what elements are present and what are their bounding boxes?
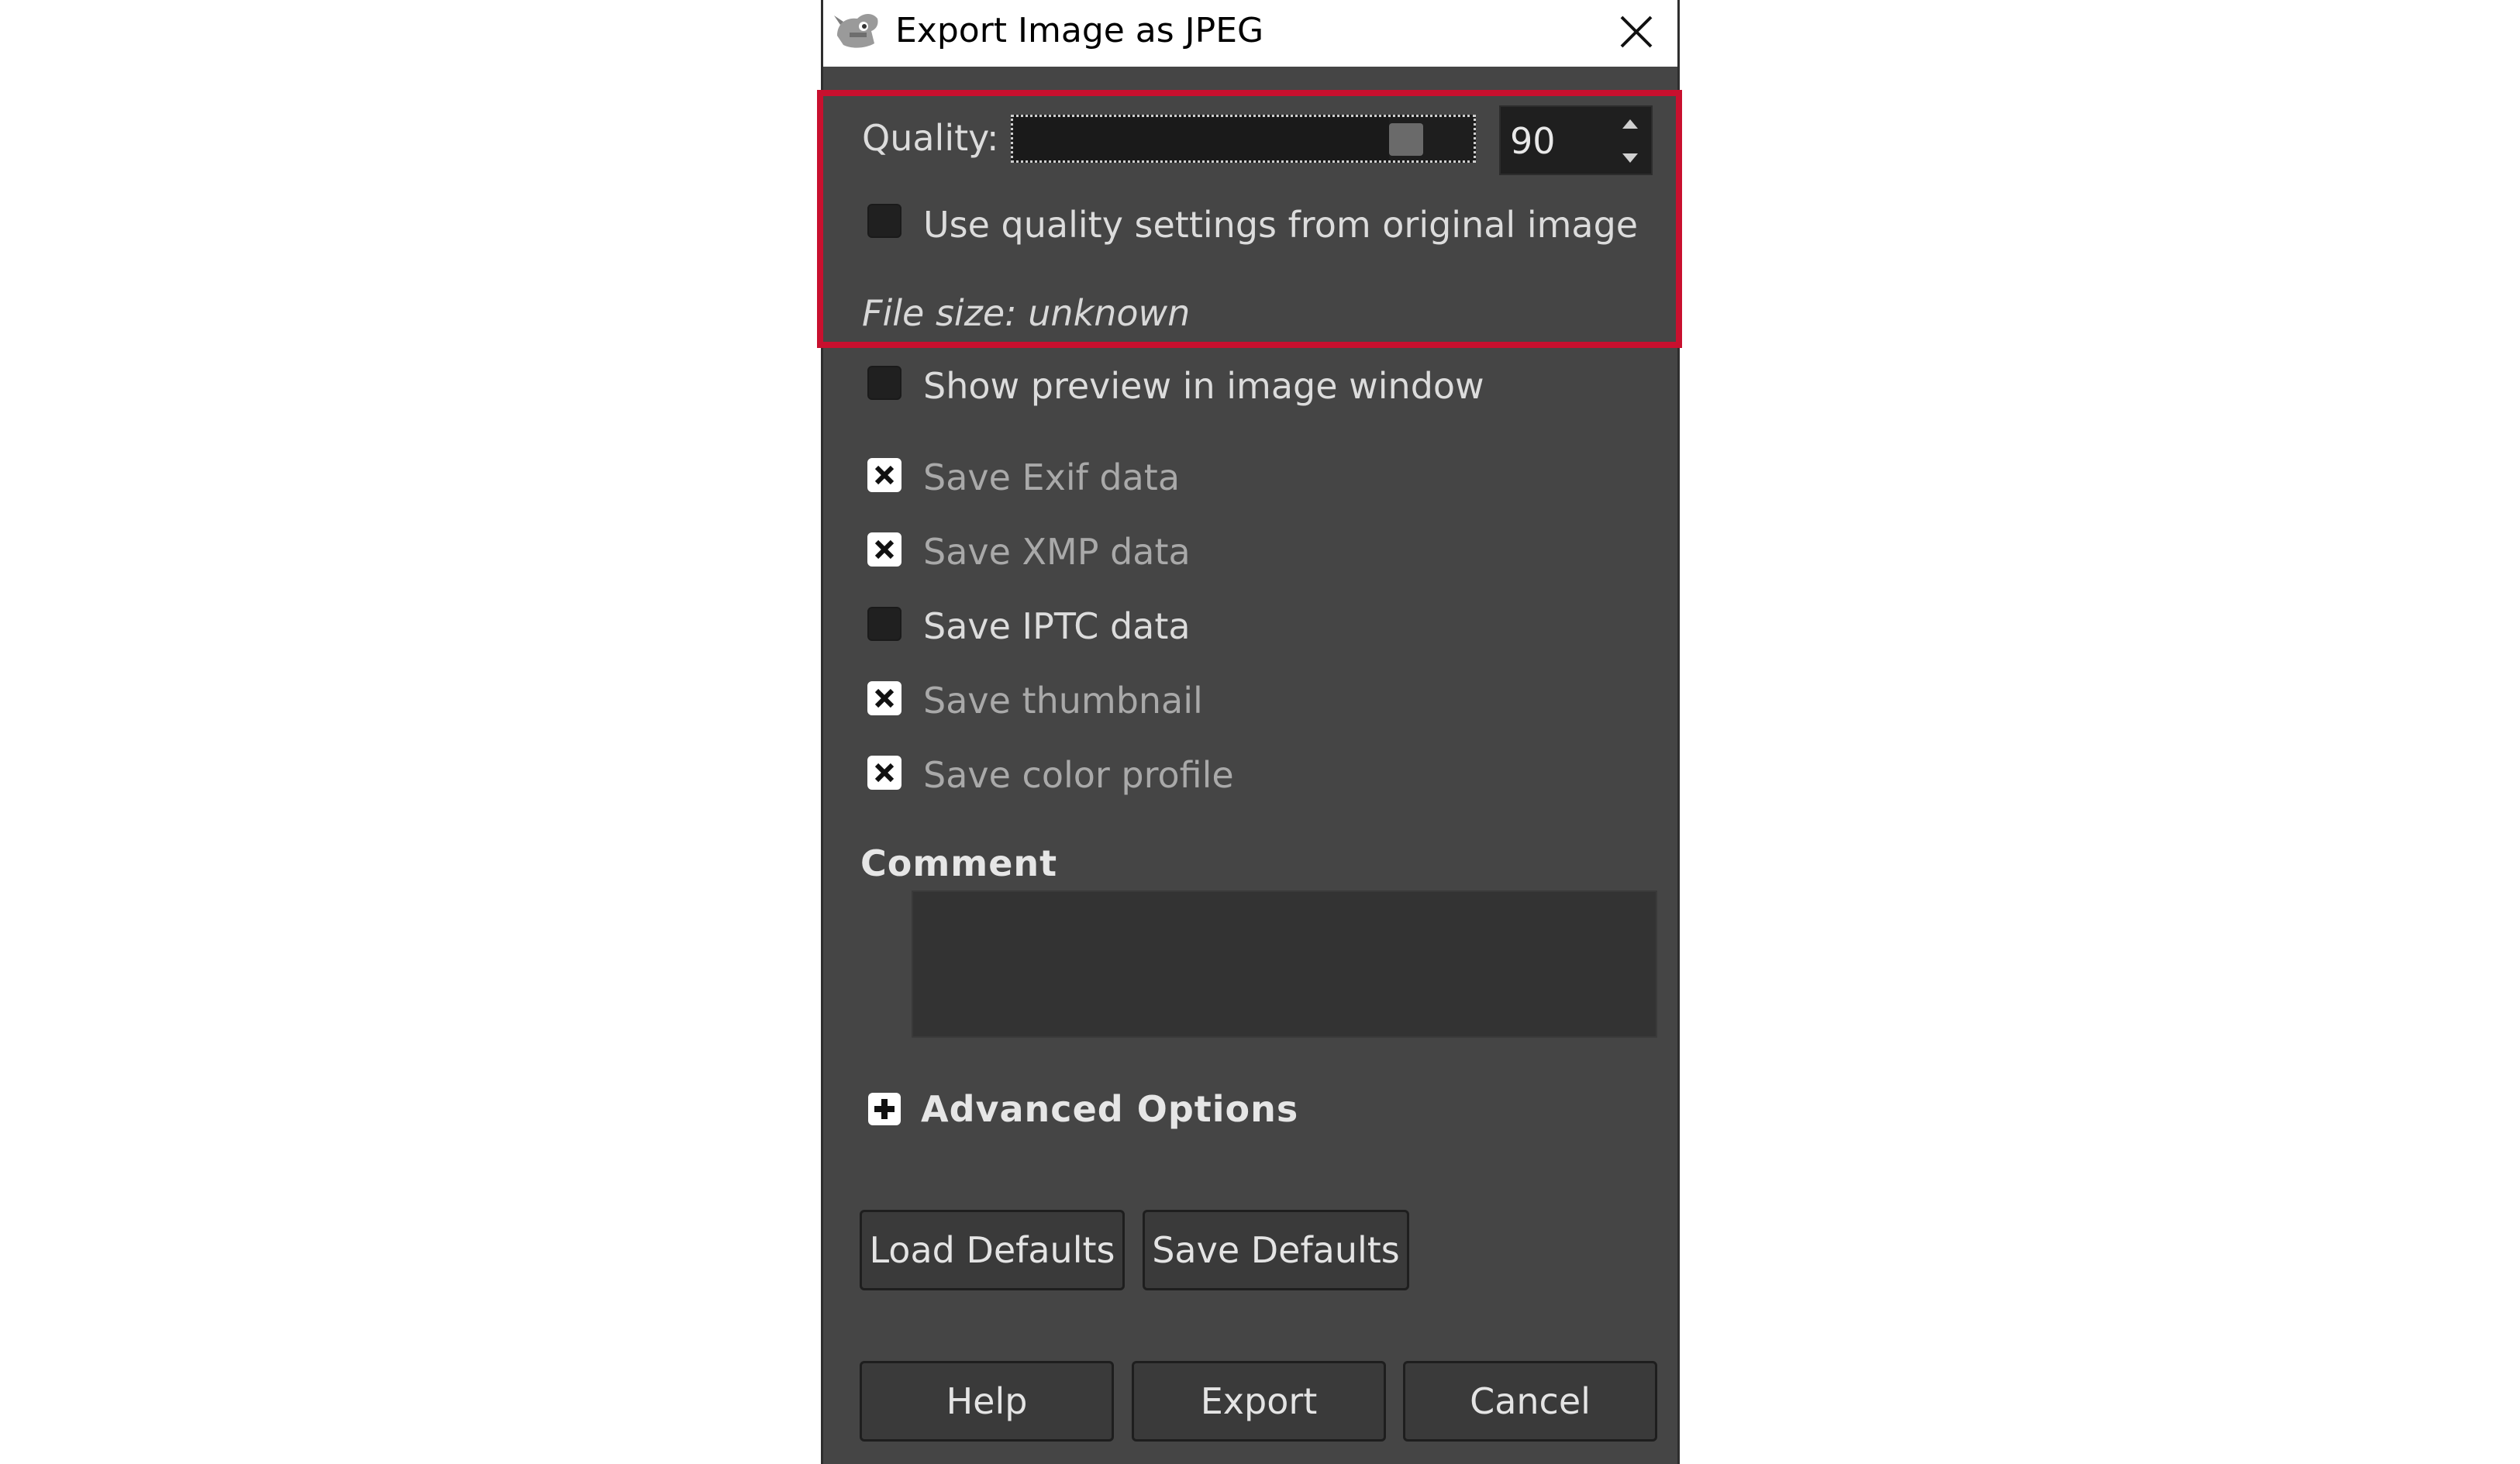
checkmark-x-icon [874, 539, 895, 560]
window-title: Export Image as JPEG [895, 11, 1264, 50]
export-button[interactable]: Export [1132, 1361, 1386, 1442]
checkmark-x-icon [874, 763, 895, 783]
comment-textarea[interactable] [912, 890, 1657, 1038]
quality-slider-thumb[interactable] [1389, 123, 1423, 156]
file-size-label: File size: unknown [862, 292, 1191, 334]
save-xmp-label: Save XMP data [923, 531, 1191, 573]
comment-heading: Comment [860, 842, 1058, 884]
save-iptc-label: Save IPTC data [923, 605, 1191, 647]
quality-slider-fill [1013, 117, 1389, 160]
save-defaults-button[interactable]: Save Defaults [1143, 1210, 1409, 1290]
save-color-profile-checkbox[interactable] [867, 756, 901, 790]
save-thumbnail-checkbox[interactable] [867, 681, 901, 715]
arrow-up-icon[interactable] [1609, 107, 1651, 140]
advanced-options-label[interactable]: Advanced Options [921, 1087, 1298, 1131]
save-exif-label: Save Exif data [923, 456, 1181, 498]
checkmark-x-icon [874, 688, 895, 708]
quality-slider[interactable] [1011, 115, 1476, 163]
close-icon[interactable] [1614, 11, 1657, 54]
plus-icon[interactable] [868, 1093, 901, 1125]
checkmark-x-icon [874, 465, 895, 485]
quality-value[interactable]: 90 [1510, 119, 1556, 163]
use-original-quality-checkbox[interactable] [867, 204, 901, 238]
export-jpeg-dialog: Export Image as JPEG Quality: 90 Use qua… [817, 0, 1682, 1464]
save-color-profile-label: Save color profile [923, 754, 1234, 796]
save-xmp-checkbox[interactable] [867, 532, 901, 567]
save-exif-checkbox[interactable] [867, 458, 901, 492]
help-button[interactable]: Help [860, 1361, 1114, 1442]
save-thumbnail-label: Save thumbnail [923, 680, 1203, 722]
show-preview-checkbox[interactable] [867, 366, 901, 400]
show-preview-label: Show preview in image window [923, 365, 1484, 407]
quality-label: Quality: [862, 117, 999, 159]
save-iptc-checkbox[interactable] [867, 607, 901, 641]
use-original-quality-label: Use quality settings from original image [923, 204, 1639, 246]
title-bar: Export Image as JPEG [823, 0, 1677, 67]
arrow-down-icon[interactable] [1609, 141, 1651, 174]
spin-arrows [1609, 107, 1651, 174]
load-defaults-button[interactable]: Load Defaults [860, 1210, 1125, 1290]
quality-spinbutton[interactable]: 90 [1499, 105, 1653, 175]
gimp-wilber-icon [833, 9, 884, 53]
cancel-button[interactable]: Cancel [1403, 1361, 1657, 1442]
